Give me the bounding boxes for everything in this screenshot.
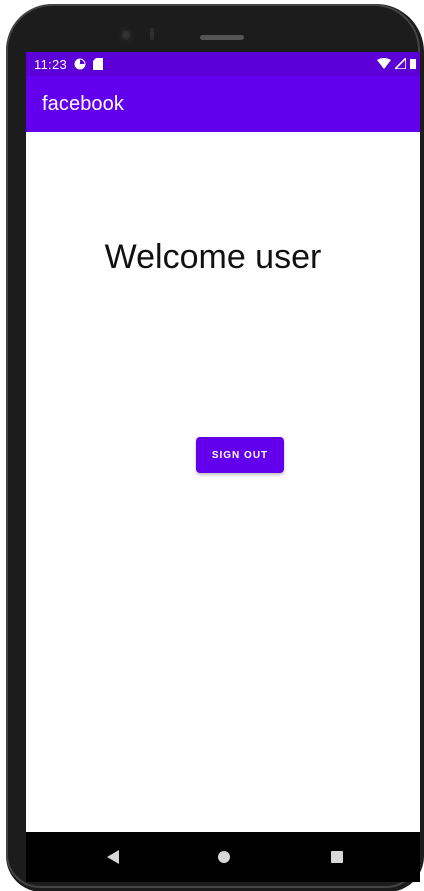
- welcome-message: Welcome user: [104, 238, 322, 276]
- back-icon[interactable]: [106, 849, 120, 870]
- signal-icon: [393, 55, 407, 72]
- status-time: 11:23: [34, 56, 68, 72]
- earpiece-speaker: [200, 35, 244, 40]
- proximity-sensor: [150, 28, 154, 40]
- front-camera: [118, 27, 134, 43]
- navigation-bar: [26, 832, 420, 882]
- device-screen: 11:23 facebook Welcome user SIGN OUT: [26, 52, 420, 832]
- wifi-icon: [377, 57, 391, 72]
- status-indicators: [377, 55, 416, 72]
- recents-icon[interactable]: [329, 849, 345, 870]
- app-title: facebook: [42, 92, 124, 115]
- battery-icon: [410, 57, 416, 72]
- data-saver-icon: [74, 58, 86, 70]
- status-bar: 11:23: [26, 52, 420, 76]
- home-icon[interactable]: [216, 849, 232, 870]
- sd-card-icon: [93, 58, 104, 70]
- app-bar: facebook: [26, 76, 420, 132]
- sign-out-button[interactable]: SIGN OUT: [196, 437, 284, 473]
